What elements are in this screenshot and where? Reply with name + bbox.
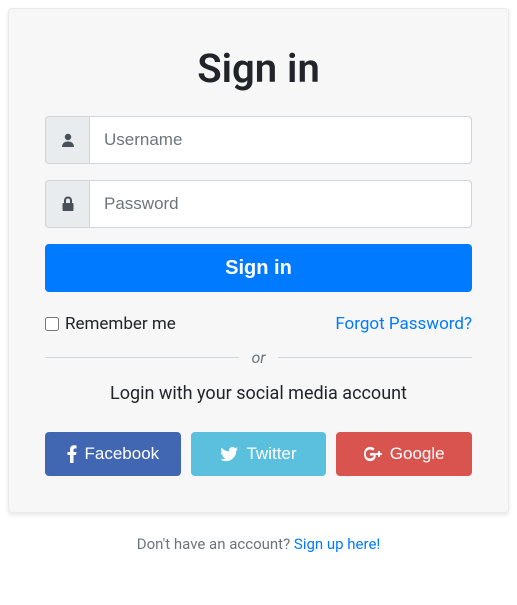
options-row: Remember me Forgot Password? (45, 314, 472, 334)
divider-line-left (45, 357, 239, 358)
google-icon (364, 446, 382, 462)
signin-card: Sign in Sign in Remembe (8, 8, 509, 513)
user-icon-addon (45, 116, 89, 164)
forgot-password-link[interactable]: Forgot Password? (335, 314, 472, 334)
social-prompt: Login with your social media account (45, 383, 472, 404)
username-input[interactable] (89, 116, 472, 164)
signin-button[interactable]: Sign in (45, 244, 472, 292)
remember-label: Remember me (65, 314, 176, 334)
lock-icon (61, 196, 75, 212)
google-button[interactable]: Google (336, 432, 472, 476)
divider-text: or (239, 348, 277, 367)
user-icon (60, 132, 76, 148)
facebook-button[interactable]: Facebook (45, 432, 181, 476)
password-group (45, 180, 472, 228)
facebook-icon (67, 445, 77, 463)
footer-text: Don't have an account? (137, 535, 294, 553)
lock-icon-addon (45, 180, 89, 228)
remember-checkbox[interactable] (45, 317, 59, 331)
divider: or (45, 348, 472, 367)
username-group (45, 116, 472, 164)
twitter-button[interactable]: Twitter (191, 432, 327, 476)
social-buttons-row: Facebook Twitter Google (45, 432, 472, 476)
footer: Don't have an account? Sign up here! (8, 535, 509, 553)
twitter-label: Twitter (246, 444, 296, 464)
password-input[interactable] (89, 180, 472, 228)
facebook-label: Facebook (85, 444, 160, 464)
page-title: Sign in (45, 45, 472, 92)
twitter-icon (220, 447, 238, 462)
divider-line-right (278, 357, 472, 358)
signup-link[interactable]: Sign up here! (294, 535, 380, 553)
google-label: Google (390, 444, 445, 464)
remember-checkbox-wrap[interactable]: Remember me (45, 314, 176, 334)
